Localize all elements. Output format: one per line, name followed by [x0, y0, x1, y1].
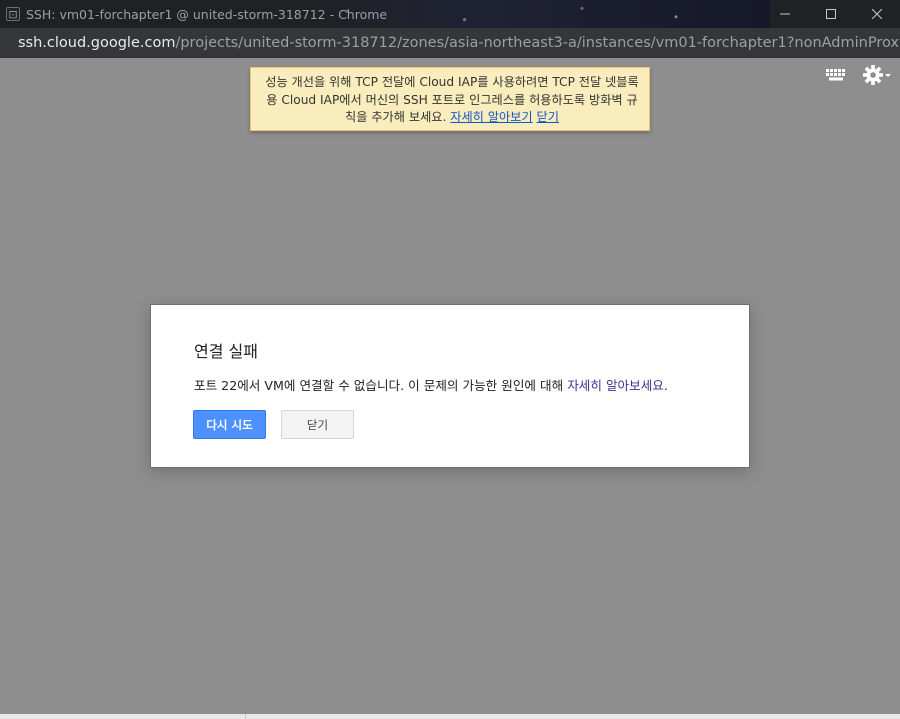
connection-failed-dialog: 연결 실패 포트 22에서 VM에 연결할 수 없습니다. 이 문제의 가능한 …	[150, 304, 750, 468]
banner-close-link[interactable]: 닫기	[537, 110, 559, 124]
iap-notification-banner: 성능 개선을 위해 TCP 전달에 Cloud IAP를 사용하려면 TCP 전…	[250, 67, 650, 131]
url-host: ssh.cloud.google.com	[18, 35, 176, 51]
dialog-learn-more-link[interactable]: 자세히 알아보세요	[567, 378, 664, 393]
address-bar[interactable]: ssh.cloud.google.com/projects/united-sto…	[0, 28, 900, 58]
window-title: SSH: vm01-forchapter1 @ united-storm-318…	[26, 6, 388, 22]
banner-learn-more-link[interactable]: 자세히 알아보기	[450, 110, 532, 124]
minimize-icon	[780, 13, 790, 15]
keyboard-icon[interactable]	[825, 68, 847, 82]
minimize-button[interactable]	[762, 0, 808, 28]
close-icon	[872, 9, 882, 19]
maximize-button[interactable]	[808, 0, 854, 28]
close-button[interactable]: 닫기	[281, 410, 354, 439]
maximize-icon	[826, 9, 836, 19]
dialog-title: 연결 실패	[194, 342, 258, 361]
terminal-icon: ⊡	[6, 7, 20, 21]
bottom-taskbar-strip	[0, 714, 900, 719]
dialog-message-end: .	[663, 378, 668, 393]
dialog-message-text: 포트 22에서 VM에 연결할 수 없습니다. 이 문제의 가능한 원인에 대해	[194, 378, 568, 393]
url-path: /projects/united-storm-318712/zones/asia…	[175, 35, 900, 51]
gear-icon[interactable]	[862, 64, 892, 86]
window-titlebar: ⊡ SSH: vm01-forchapter1 @ united-storm-3…	[0, 0, 900, 28]
dialog-message: 포트 22에서 VM에 연결할 수 없습니다. 이 문제의 가능한 원인에 대해…	[194, 375, 668, 394]
retry-button[interactable]: 다시 시도	[193, 410, 266, 439]
taskbar-divider	[245, 714, 246, 719]
close-window-button[interactable]	[854, 0, 900, 28]
